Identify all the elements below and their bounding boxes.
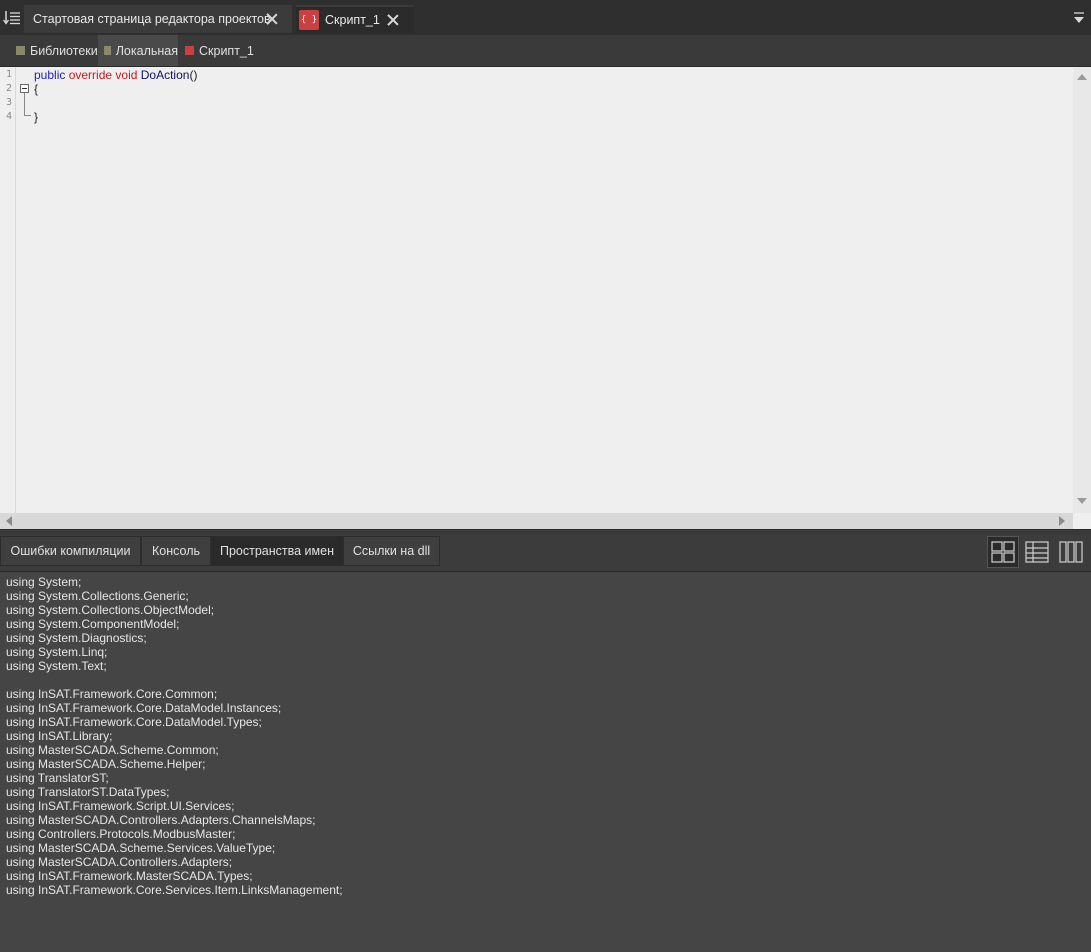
namespace-line: using InSAT.Framework.Core.Common; [6, 687, 218, 701]
namespace-line: using MasterSCADA.Controllers.Adapters.C… [6, 813, 316, 827]
table-view-button[interactable] [1021, 536, 1053, 568]
keyword-override-void: override void [68, 68, 138, 82]
tab-start-page-label: Стартовая страница редактора проектов [33, 12, 271, 26]
close-icon[interactable] [387, 14, 399, 26]
tab-script-1[interactable]: { } Скрипт_1 [296, 5, 414, 33]
scroll-down-icon[interactable] [1077, 497, 1087, 505]
breadcrumb-label: Локальная [115, 43, 178, 58]
breadcrumb-item-script[interactable]: Скрипт_1 [185, 35, 254, 66]
columns-view-icon [1059, 541, 1083, 563]
namespace-line: using System.Linq; [6, 645, 108, 659]
fold-collapse-icon[interactable] [20, 84, 29, 93]
close-icon[interactable] [266, 13, 278, 25]
editor-horizontal-scrollbar[interactable] [0, 513, 1073, 529]
tab-compile-errors[interactable]: Ошибки компиляции [0, 536, 141, 566]
scrollbar-corner [1073, 513, 1091, 529]
namespace-line: using TranslatorST; [6, 771, 109, 785]
namespace-line: using System.Collections.ObjectModel; [6, 603, 215, 617]
bottom-panel-tab-bar: Ошибки компиляции Консоль Пространства и… [0, 535, 1091, 572]
namespace-line: using InSAT.Library; [6, 729, 113, 743]
namespace-line: using MasterSCADA.Scheme.Common; [6, 743, 219, 757]
code-editor[interactable]: 1 2 3 4 public override void DoAction() … [0, 67, 1073, 513]
namespace-line: using System.Collections.Generic; [6, 589, 189, 603]
script-icon [185, 46, 194, 55]
breadcrumb-label: Скрипт_1 [199, 43, 254, 58]
keyword-public: public [34, 68, 66, 82]
namespace-line: using InSAT.Framework.MasterSCADA.Types; [6, 869, 253, 883]
namespace-line: using InSAT.Framework.Core.DataModel.Typ… [6, 715, 262, 729]
tab-script-1-label: Скрипт_1 [325, 13, 380, 27]
code-line-1: public override void DoAction() [34, 68, 197, 82]
breadcrumb: Библиотеки Локальная Скрипт_1 [0, 35, 1091, 67]
tab-console[interactable]: Консоль [141, 536, 211, 566]
namespace-line: using System.Diagnostics; [6, 631, 147, 645]
namespace-line: using InSAT.Framework.Script.UI.Services… [6, 799, 235, 813]
namespace-line: using System; [6, 575, 82, 589]
namespace-line: using MasterSCADA.Scheme.Helper; [6, 757, 206, 771]
method-name: DoAction [140, 68, 190, 82]
breadcrumb-label: Библиотеки [30, 43, 98, 58]
method-parens: () [189, 68, 198, 82]
breadcrumb-item-local[interactable]: Локальная [98, 35, 178, 66]
line-number: 3 [6, 97, 13, 108]
tab-start-page[interactable]: Стартовая страница редактора проектов [24, 5, 292, 33]
tab-label: Ссылки на dll [352, 544, 431, 558]
tab-label: Пространства имен [219, 544, 334, 558]
fold-guide [24, 93, 25, 115]
namespace-line: using Controllers.Protocols.ModbusMaster… [6, 827, 236, 841]
scroll-left-icon[interactable] [5, 516, 13, 526]
script-file-icon: { } [299, 10, 319, 30]
code-line-2: { [34, 82, 39, 96]
line-number: 4 [6, 111, 13, 122]
tab-namespaces[interactable]: Пространства имен [211, 536, 343, 566]
line-number: 1 [6, 69, 13, 80]
grid-view-button[interactable] [987, 536, 1019, 568]
table-view-icon [1025, 541, 1049, 563]
namespaces-list[interactable]: using System; using System.Collections.Ge… [6, 575, 1086, 897]
tab-label: Консоль [151, 544, 200, 558]
tab-dll-references[interactable]: Ссылки на dll [343, 536, 440, 566]
columns-view-button[interactable] [1055, 536, 1087, 568]
namespace-line: using System.ComponentModel; [6, 617, 180, 631]
namespace-line: using InSAT.Framework.Core.DataModel.Ins… [6, 701, 282, 715]
code-line-4: } [34, 110, 39, 124]
tab-label: Ошибки компиляции [10, 544, 131, 558]
line-number: 2 [6, 83, 13, 94]
namespace-line: using System.Text; [6, 659, 107, 673]
fold-guide-end [24, 115, 31, 116]
breadcrumb-item-libraries[interactable]: Библиотеки [16, 35, 98, 66]
library-icon [16, 46, 25, 55]
namespace-line: using MasterSCADA.Scheme.Services.ValueT… [6, 841, 276, 855]
editor-vertical-scrollbar[interactable] [1073, 67, 1091, 513]
tab-dropdown-icon[interactable] [1070, 8, 1088, 28]
namespace-line: using TranslatorST.DataTypes; [6, 785, 170, 799]
tab-list-menu-icon[interactable] [2, 8, 22, 28]
scroll-right-icon[interactable] [1058, 516, 1066, 526]
scroll-up-icon[interactable] [1077, 73, 1087, 81]
document-tab-bar: Стартовая страница редактора проектов { … [0, 0, 1091, 35]
grid-view-icon [991, 541, 1015, 563]
namespace-line [6, 673, 1086, 687]
line-number-gutter: 1 2 3 4 [0, 67, 16, 513]
namespace-line: using MasterSCADA.Controllers.Adapters; [6, 855, 233, 869]
folder-icon [104, 46, 111, 55]
namespace-line: using InSAT.Framework.Core.Services.Item… [6, 883, 343, 897]
